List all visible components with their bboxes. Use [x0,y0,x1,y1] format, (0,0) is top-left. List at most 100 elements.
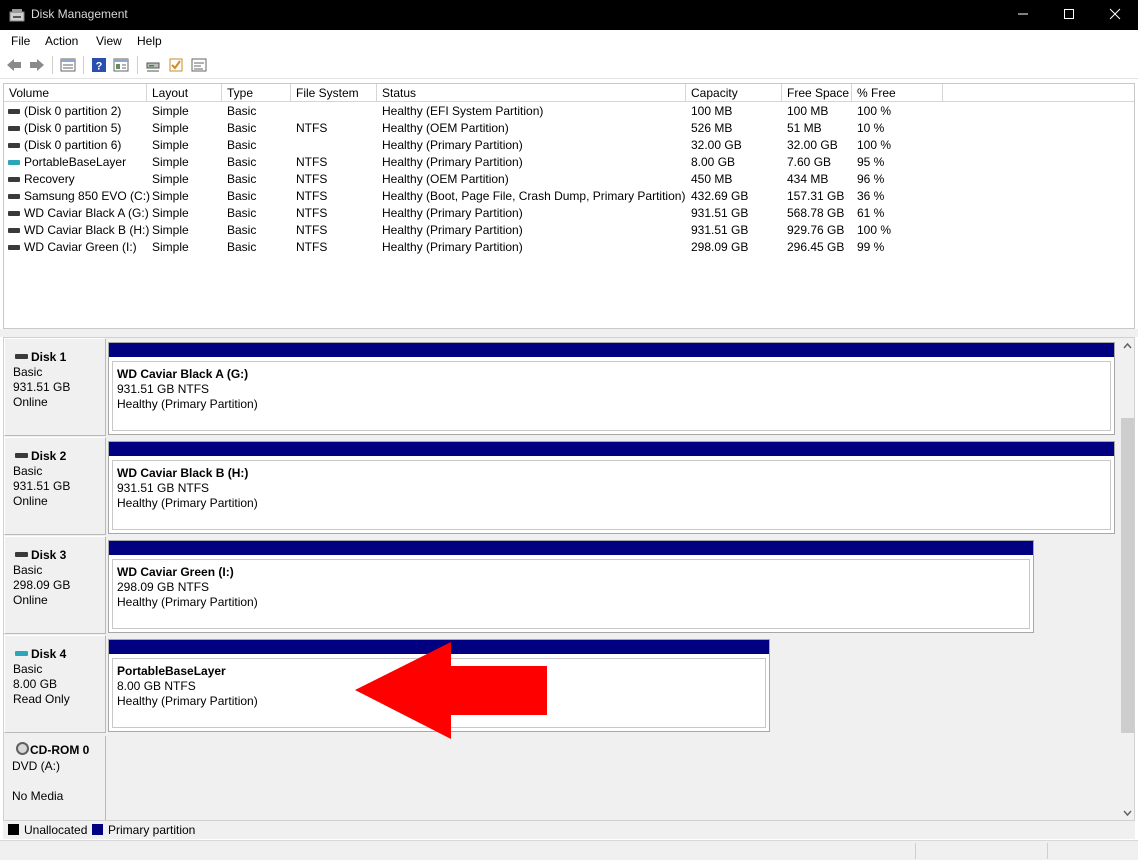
partition-name: WD Caviar Black A (G:) [117,367,249,381]
cell-status: Healthy (Primary Partition) [382,155,523,169]
scrollbar-thumb[interactable] [1121,418,1134,733]
disk-row: Disk 1 Basic 931.51 GB Online WD Caviar … [4,338,1119,437]
table-row[interactable]: (Disk 0 partition 2) Simple Basic Healthy (… [4,103,1134,120]
cell-free: 434 MB [787,172,829,186]
check-icon[interactable] [168,57,184,73]
cell-type: Basic [227,206,257,220]
help-icon[interactable]: ? [91,57,107,73]
cell-pct: 100 % [857,104,892,118]
partition-block[interactable]: WD Caviar Black A (G:) 931.51 GB NTFS He… [108,342,1115,435]
disk-kind: Basic [13,563,43,577]
column-header-type[interactable]: Type [222,84,291,102]
menu-file[interactable]: File [11,34,30,48]
disk-label[interactable]: Disk 4 Basic 8.00 GB Read Only [4,635,106,733]
back-icon[interactable] [6,57,22,73]
status-bar-divider [1047,843,1048,859]
scroll-up-icon[interactable] [1123,342,1132,351]
cell-free: 51 MB [787,121,822,135]
cell-type: Basic [227,138,257,152]
legend-primary-label: Primary partition [108,823,196,837]
cell-free: 100 MB [787,104,829,118]
pane-splitter[interactable] [0,329,1138,337]
cell-volume: PortableBaseLayer [24,155,127,169]
close-button[interactable] [1092,0,1138,30]
cell-status: Healthy (EFI System Partition) [382,104,544,118]
partition-name: WD Caviar Black B (H:) [117,466,249,480]
disk-state: Online [13,494,48,508]
list-view-icon[interactable] [60,57,76,73]
column-header-percent-free[interactable]: % Free [852,84,943,102]
cell-free: 296.45 GB [787,240,845,254]
cell-volume: WD Caviar Black B (H:) [24,223,150,237]
cell-capacity: 931.51 GB [691,206,749,220]
cdrom-empty-area [106,736,1119,820]
cell-type: Basic [227,240,257,254]
partition-block[interactable]: WD Caviar Green (I:) 298.09 GB NTFS Heal… [108,540,1034,633]
hard-disk-icon [15,453,28,458]
disk-label[interactable]: Disk 2 Basic 931.51 GB Online [4,437,106,535]
connect-icon[interactable] [145,57,161,73]
volume-icon [8,143,20,148]
column-header-file-system[interactable]: File System [291,84,377,102]
settings-panel-icon[interactable] [191,57,207,73]
column-header-capacity[interactable]: Capacity [686,84,782,102]
menu-view[interactable]: View [96,34,122,48]
menu-action[interactable]: Action [45,34,78,48]
cell-fs: NTFS [296,206,328,220]
cdrom-label[interactable]: CD-ROM 0 DVD (A:) No Media [4,736,106,820]
removable-volume-icon [8,160,20,165]
column-header-layout[interactable]: Layout [147,84,222,102]
minimize-button[interactable] [1000,0,1046,30]
table-row[interactable]: WD Caviar Black A (G:) Simple Basic NTFS Hea… [4,205,1134,222]
title-bar: Disk Management [0,0,1138,30]
disk-label[interactable]: Disk 1 Basic 931.51 GB Online [4,338,106,436]
cell-layout: Simple [152,172,189,186]
cell-fs: NTFS [296,172,328,186]
legend-primary-swatch [92,824,103,835]
partition-status: Healthy (Primary Partition) [117,496,258,510]
status-bar [0,840,1138,860]
table-row[interactable]: Samsung 850 EVO (C:) Simple Basic NTFS Healt… [4,188,1134,205]
volume-icon [8,228,20,233]
cell-free: 568.78 GB [787,206,845,220]
toolbar-separator [137,56,138,74]
column-header-volume[interactable]: Volume [4,84,147,102]
disk-state: Online [13,395,48,409]
table-row[interactable]: (Disk 0 partition 5) Simple Basic NTFS Healt… [4,120,1134,137]
volume-list[interactable]: Volume Layout Type File System Status Ca… [3,83,1135,329]
maximize-button[interactable] [1046,0,1092,30]
disk-label[interactable]: Disk 3 Basic 298.09 GB Online [4,536,106,634]
column-header-free-space[interactable]: Free Space [782,84,852,102]
cell-pct: 95 % [857,155,885,169]
red-arrow-annotation-icon [355,642,547,739]
primary-partition-bar [109,541,1033,555]
status-bar-divider [915,843,916,859]
forward-icon[interactable] [29,57,45,73]
window-title: Disk Management [31,7,128,21]
cell-layout: Simple [152,240,189,254]
scroll-down-icon[interactable] [1123,808,1132,817]
table-row[interactable]: (Disk 0 partition 6) Simple Basic Healthy (… [4,137,1134,154]
cell-pct: 100 % [857,223,892,237]
volume-icon [8,211,20,216]
table-row[interactable]: PortableBaseLayer Simple Basic NTFS Healthy … [4,154,1134,171]
cell-volume: WD Caviar Black A (G:) [24,206,149,220]
vertical-scrollbar[interactable] [1119,338,1134,820]
table-row[interactable]: WD Caviar Black B (H:) Simple Basic NTFS Hea… [4,222,1134,239]
table-row[interactable]: Recovery Simple Basic NTFS Healthy (OEM Part… [4,171,1134,188]
partition-status: Healthy (Primary Partition) [117,397,258,411]
cell-fs: NTFS [296,240,328,254]
cell-fs: NTFS [296,121,328,135]
partition-block[interactable]: WD Caviar Black B (H:) 931.51 GB NTFS He… [108,441,1115,534]
properties-icon[interactable] [113,57,129,73]
cell-fs: NTFS [296,223,328,237]
disk-name: Disk 3 [31,548,67,562]
column-header-status[interactable]: Status [377,84,686,102]
svg-text:?: ? [96,61,103,73]
cell-status: Healthy (OEM Partition) [382,121,509,135]
menu-bar: File Action View Help [0,30,1138,52]
table-row[interactable]: WD Caviar Green (I:) Simple Basic NTFS Healt… [4,239,1134,256]
partition-size-fs: 931.51 GB NTFS [117,382,210,396]
menu-help[interactable]: Help [137,34,162,48]
disk-row: Disk 2 Basic 931.51 GB Online WD Caviar … [4,437,1119,536]
